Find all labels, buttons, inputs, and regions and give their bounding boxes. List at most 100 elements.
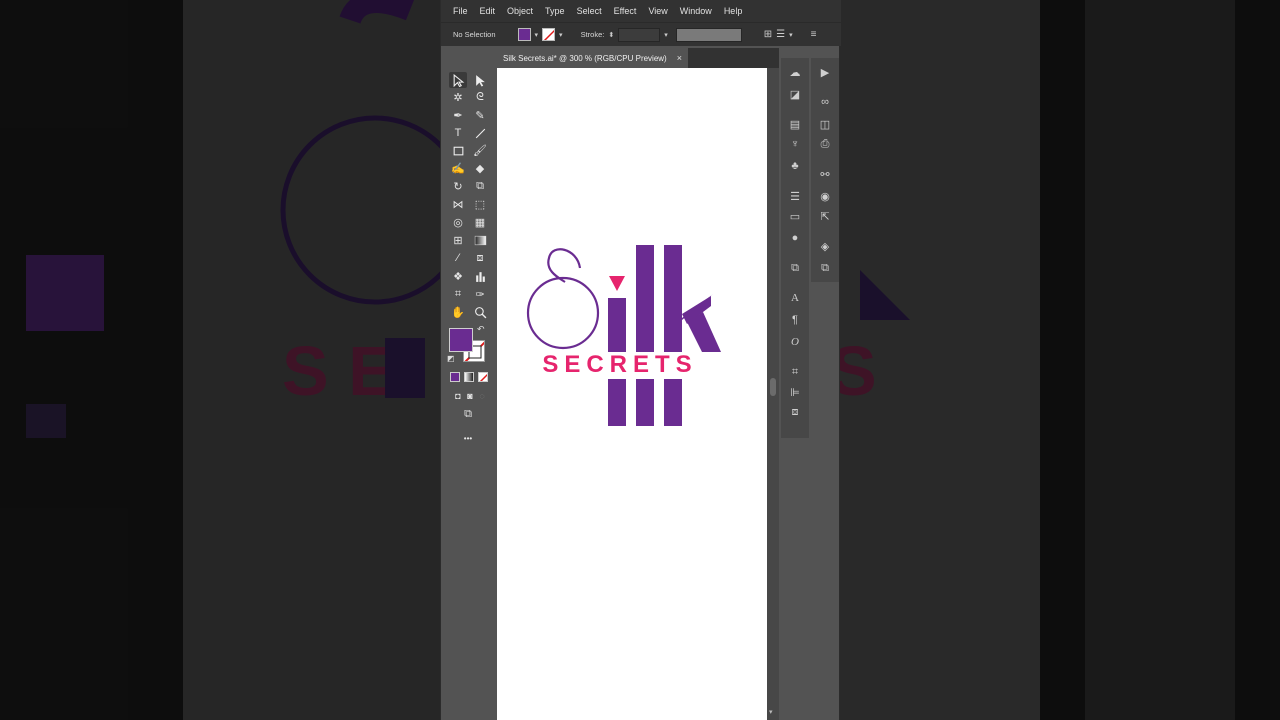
mesh-tool-icon[interactable]: ⊞ xyxy=(449,232,467,248)
menu-edit[interactable]: Edit xyxy=(474,6,502,16)
color-panel-icon[interactable]: ▤ xyxy=(787,116,803,132)
graphic-styles-panel-icon[interactable]: ◉ xyxy=(817,188,833,204)
actions-panel-icon[interactable]: ▶ xyxy=(817,64,833,80)
screen: S E S File Edit Object Type Select Effec… xyxy=(0,0,1280,720)
lasso-tool-icon[interactable]: ᘓ xyxy=(471,89,489,105)
control-bar: No Selection ▾ ▾ Stroke: ⬍ ▾ ⊞ ☰ ▾ ≡ xyxy=(441,22,841,46)
stroke-dropdown-icon[interactable]: ▾ xyxy=(559,31,563,39)
artboards-panel-icon[interactable]: ◫ xyxy=(817,116,833,132)
document-title: Silk Secrets.ai* @ 300 % (RGB/CPU Previe… xyxy=(503,53,667,63)
brushes-panel-icon[interactable]: ♆ xyxy=(787,136,803,152)
transform-panel-icon[interactable]: ⌗ xyxy=(787,364,803,380)
rotate-tool-icon[interactable]: ↻ xyxy=(449,178,467,194)
screen-mode-icon[interactable]: ⧉ xyxy=(459,406,477,422)
slice-tool-icon[interactable]: ✑ xyxy=(471,286,489,302)
edit-toolbar-icon[interactable]: ••• xyxy=(459,430,477,446)
menu-object[interactable]: Object xyxy=(501,6,539,16)
backdrop-left: S E xyxy=(0,0,440,720)
free-transform-tool-icon[interactable]: ⬚ xyxy=(471,196,489,212)
fill-box[interactable] xyxy=(449,328,473,352)
type-tool-icon[interactable]: T xyxy=(449,125,467,141)
artboard-canvas[interactable]: SECRETS xyxy=(497,68,767,720)
gradient-mode-icon[interactable] xyxy=(464,372,474,382)
variable-width-field[interactable] xyxy=(675,27,742,42)
layers-panel-icon[interactable]: ◈ xyxy=(817,238,833,254)
logo-lower-stem-2 xyxy=(636,379,654,426)
shaper-tool-icon[interactable]: ✍ xyxy=(449,160,467,176)
links-panel-icon[interactable]: ∞ xyxy=(817,94,833,110)
image-trace-panel-icon[interactable]: ⧉ xyxy=(787,260,803,276)
blend-tool-icon[interactable]: ⧈ xyxy=(471,250,489,266)
paintbrush-tool-icon[interactable]: 🖌 xyxy=(471,142,489,158)
stroke-swatch[interactable] xyxy=(542,28,556,41)
backdrop-right: S xyxy=(840,0,1280,720)
libraries-panel-icon[interactable]: ☁ xyxy=(787,64,803,80)
opentype-panel-icon[interactable]: O xyxy=(787,334,803,350)
symbols-panel-icon[interactable]: ♣ xyxy=(787,158,803,174)
document-info-panel-icon[interactable]: ⎙ xyxy=(817,136,833,152)
menu-file[interactable]: File xyxy=(447,6,474,16)
menu-select[interactable]: Select xyxy=(571,6,608,16)
artboard-tool-icon[interactable]: ⌗ xyxy=(449,286,467,302)
paragraph-panel-icon[interactable]: ¶ xyxy=(787,312,803,328)
vertical-scrollbar[interactable]: ▾ xyxy=(767,68,779,720)
graph-tool-icon[interactable] xyxy=(471,268,489,284)
pathfinder-panel-icon[interactable]: ⧈ xyxy=(787,404,803,420)
menu-effect[interactable]: Effect xyxy=(608,6,643,16)
stroke-panel-icon[interactable]: ☰ xyxy=(787,188,803,204)
symbol-sprayer-tool-icon[interactable]: ❖ xyxy=(449,268,467,284)
selection-tool-icon[interactable] xyxy=(449,72,467,88)
logo-artwork[interactable]: SECRETS xyxy=(497,68,767,720)
none-mode-icon[interactable] xyxy=(478,372,488,382)
close-tab-icon[interactable]: × xyxy=(677,53,682,63)
draw-inside-icon[interactable]: ◌ xyxy=(473,388,491,404)
line-segment-tool-icon[interactable] xyxy=(471,125,489,141)
swap-fill-stroke-icon[interactable]: ↶ xyxy=(477,324,485,335)
appearance-panel-icon[interactable]: ⚯ xyxy=(817,166,833,182)
eyedropper-tool-icon[interactable]: ⁄ xyxy=(449,250,467,266)
document-tab[interactable]: Silk Secrets.ai* @ 300 % (RGB/CPU Previe… xyxy=(497,48,688,68)
curvature-tool-icon[interactable]: ✎ xyxy=(471,107,489,123)
stroke-weight-stepper[interactable]: ⬍ xyxy=(608,31,614,39)
arrange-dropdown-icon[interactable]: ▾ xyxy=(789,31,793,39)
character-panel-icon[interactable]: A xyxy=(787,290,803,306)
transparency-panel-icon[interactable]: ● xyxy=(787,230,803,246)
perspective-grid-tool-icon[interactable]: ▦ xyxy=(471,214,489,230)
export-panel-icon[interactable]: ⇱ xyxy=(817,208,833,224)
fill-dropdown-icon[interactable]: ▾ xyxy=(535,31,539,39)
color-mode-icon[interactable] xyxy=(450,372,460,382)
gradient-panel-icon[interactable]: ▭ xyxy=(787,208,803,224)
panels-dock-right: ▶ ∞ ◫ ⎙ ⚯ ◉ ⇱ ◈ ⧉ xyxy=(811,58,839,282)
menu-window[interactable]: Window xyxy=(674,6,718,16)
rectangle-tool-icon[interactable] xyxy=(449,142,467,158)
stroke-label: Stroke: xyxy=(580,30,605,39)
scrollbar-thumb[interactable] xyxy=(770,378,776,396)
stroke-weight-dropdown-icon[interactable]: ▾ xyxy=(664,31,668,39)
stroke-weight-field[interactable] xyxy=(618,27,661,42)
fill-swatch[interactable] xyxy=(517,28,531,41)
menu-help[interactable]: Help xyxy=(718,6,749,16)
hand-tool-icon[interactable]: ✋ xyxy=(449,304,467,320)
eraser-tool-icon[interactable]: ◆ xyxy=(471,160,489,176)
shape-builder-tool-icon[interactable]: ◎ xyxy=(449,214,467,230)
panel-menu-icon[interactable]: ≡ xyxy=(811,29,817,40)
width-tool-icon[interactable]: ⋈ xyxy=(449,196,467,212)
gradient-tool-icon[interactable] xyxy=(471,232,489,248)
panels-dock-left: ☁ ◪ ▤ ♆ ♣ ☰ ▭ ● ⧉ A ¶ O ⌗ ⊫ ⧈ xyxy=(781,58,809,438)
asset-export-panel-icon[interactable]: ⧉ xyxy=(817,260,833,276)
arrange-icon[interactable]: ☰ xyxy=(776,29,785,40)
scale-tool-icon[interactable]: ⧉ xyxy=(471,178,489,194)
scroll-down-icon[interactable]: ▾ xyxy=(769,708,773,716)
properties-panel-icon[interactable]: ◪ xyxy=(787,86,803,102)
align-panel-icon[interactable]: ⊫ xyxy=(787,384,803,400)
default-colors-icon[interactable]: ◩ xyxy=(447,354,455,363)
direct-selection-tool-icon[interactable] xyxy=(471,72,489,88)
zoom-tool-icon[interactable] xyxy=(471,304,489,320)
tools-panel: ✲ ᘓ ✒ ✎ T 🖌 ✍ ◆ ↻ ⧉ ⋈ ⬚ ◎ ▦ ⊞ ⁄ ⧈ ❖ ⌗ ✑ … xyxy=(445,68,491,458)
magic-wand-tool-icon[interactable]: ✲ xyxy=(449,89,467,105)
align-icon[interactable]: ⊞ xyxy=(764,29,772,40)
pen-tool-icon[interactable]: ✒ xyxy=(449,107,467,123)
menu-view[interactable]: View xyxy=(642,6,673,16)
menu-type[interactable]: Type xyxy=(539,6,571,16)
logo-l-letter xyxy=(636,245,654,352)
